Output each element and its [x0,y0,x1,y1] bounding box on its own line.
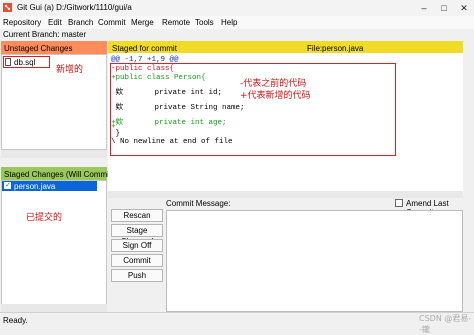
annotation-plus: +代表新增的代码 [240,91,311,101]
window-title: Git Gui (a) D:/Gitwork/1110/gui/a [17,3,132,12]
status-text: Ready. [3,316,28,325]
menu-edit[interactable]: Edit [48,18,62,27]
staged-check-icon[interactable]: ✓ [4,182,11,189]
unstaged-scrollbar[interactable] [1,150,107,158]
commit-scrollbar[interactable] [463,210,473,312]
unstaged-title: Unstaged Changes [4,44,73,53]
status-bar [0,312,474,326]
annotation-committed: 已提交的 [26,213,63,223]
menu-remote[interactable]: Remote [162,18,190,27]
diff-vertical-scrollbar[interactable] [463,53,473,191]
staged-scrollbar[interactable] [1,304,107,312]
unstaged-file-name[interactable]: db.sql [14,58,35,67]
diff-title: Staged for commit [112,44,177,53]
file-icon[interactable] [5,58,11,66]
amend-checkbox[interactable] [395,199,403,207]
diff-horizontal-scrollbar[interactable] [108,191,463,198]
minimize-button[interactable]: – [416,1,432,15]
menu-merge[interactable]: Merge [131,18,154,27]
diff-file-label: File: [307,44,323,53]
git-gui-app-icon [3,3,12,12]
staged-file-list[interactable] [1,180,107,312]
menu-commit[interactable]: Commit [98,18,126,27]
stage-changed-button[interactable]: Stage Changed [111,224,163,246]
menu-help[interactable]: Help [221,18,237,27]
commit-button[interactable]: Commit [111,254,163,267]
sign-off-button[interactable]: Sign Off [111,239,163,252]
rescan-button[interactable]: Rescan [111,209,163,222]
commit-message-input[interactable] [166,210,463,312]
menu-tools[interactable]: Tools [195,18,214,27]
staged-title: Staged Changes (Will Commit) [4,170,114,179]
staged-file-name[interactable]: person.java [14,182,55,191]
current-branch-label: Current Branch: master [3,30,87,39]
maximize-button[interactable]: □ [436,1,452,15]
commit-message-label: Commit Message: [166,199,231,208]
close-button[interactable]: ✕ [456,1,472,15]
diff-file-name: person.java [322,44,364,53]
unstaged-file-list[interactable] [1,54,107,150]
menu-branch[interactable]: Branch [68,18,93,27]
watermark: CSDN @君易--鑨 [419,314,472,334]
push-button[interactable]: Push [111,269,163,282]
menu-repository[interactable]: Repository [3,18,41,27]
annotation-new-file: 新增的 [56,65,84,75]
